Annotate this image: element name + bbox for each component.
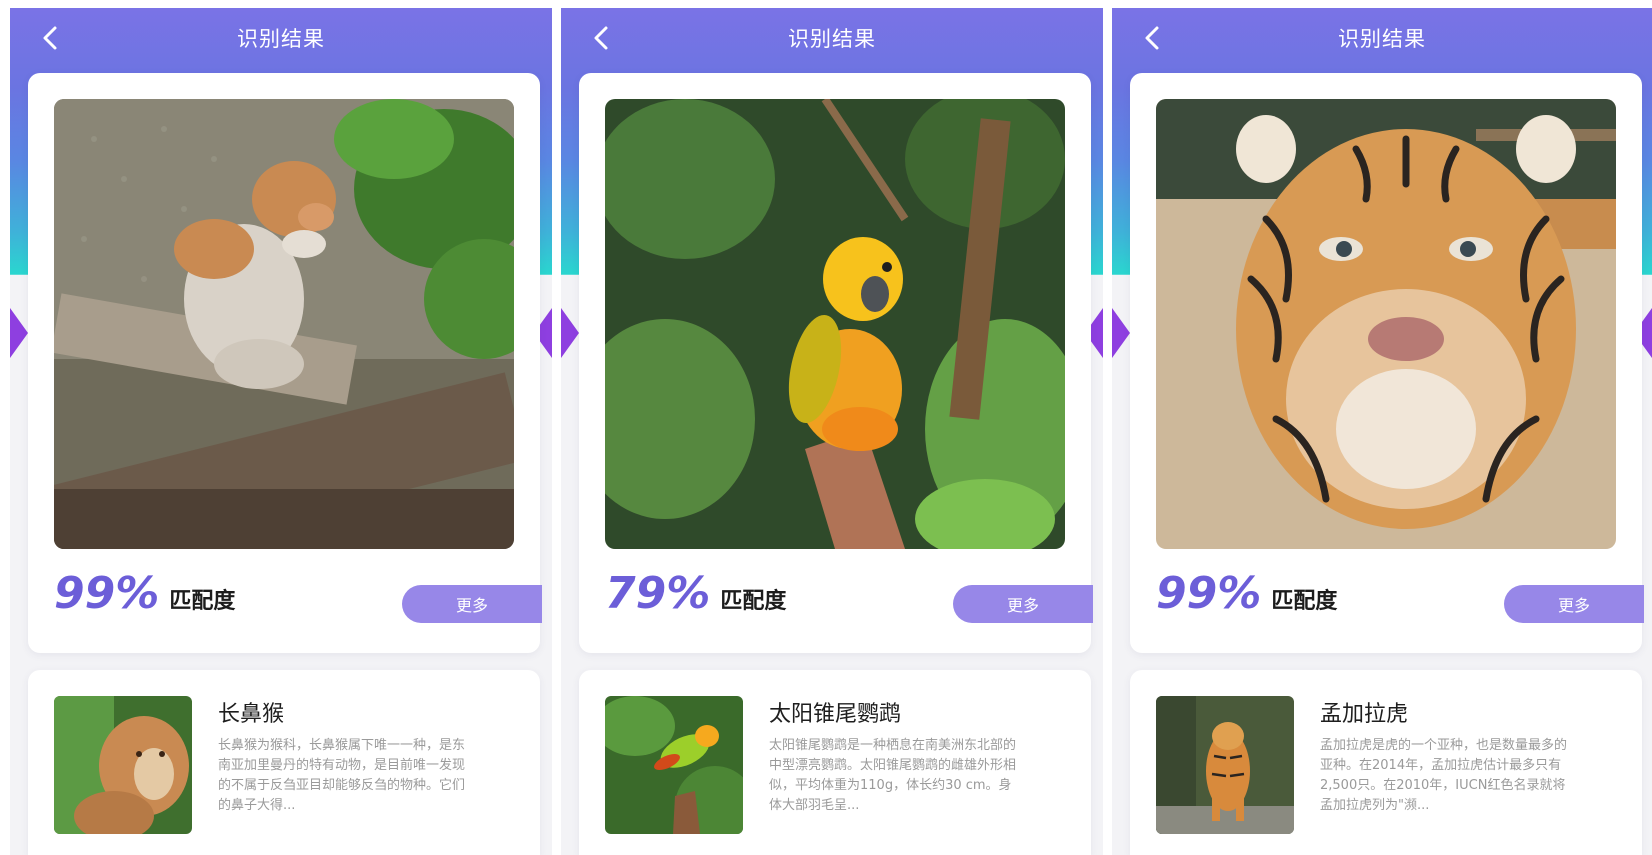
species-description: 太阳锥尾鹦鹉是一种栖息在南美洲东北部的中型漂亮鹦鹉。太阳锥尾鹦鹉的雌雄外形相似，…	[769, 738, 1017, 813]
match-percent: 99%	[1156, 568, 1262, 619]
match-label: 匹配度	[1271, 589, 1338, 614]
screens-collage: 识别结果 99% 匹配度 更多 长鼻猴 长鼻猴为猴科，长鼻猴属下唯一一种，是东南…	[0, 0, 1652, 855]
species-name: 太阳锥尾鹦鹉	[769, 702, 902, 727]
page-title: 识别结果	[237, 27, 325, 51]
parrot-photo-illustration	[605, 99, 1065, 549]
more-button[interactable]: 更多	[402, 585, 542, 623]
back-button[interactable]	[34, 22, 66, 54]
species-thumbnail	[54, 696, 192, 834]
match-label: 匹配度	[720, 589, 787, 614]
tiger-photo-illustration	[1156, 99, 1616, 549]
chevron-left-icon	[43, 26, 57, 50]
match-percent: 99%	[54, 568, 160, 619]
more-button[interactable]: 更多	[953, 585, 1093, 623]
match-percent: 79%	[605, 568, 711, 619]
page-title: 识别结果	[788, 27, 876, 51]
top-bar: 识别结果	[10, 8, 552, 68]
match-score: 79% 匹配度	[605, 568, 786, 628]
screen-1: 识别结果 99% 匹配度 更多 长鼻猴 长鼻猴为猴科，长鼻猴属下唯一一种，是东南…	[10, 8, 552, 855]
result-card: 99% 匹配度 更多	[28, 73, 542, 653]
back-button[interactable]	[1136, 22, 1168, 54]
animal-photo[interactable]	[605, 99, 1065, 549]
species-name: 孟加拉虎	[1320, 702, 1409, 727]
page-title: 识别结果	[1338, 27, 1426, 51]
decor-wedge	[10, 308, 28, 358]
species-info-card[interactable]: 太阳锥尾鹦鹉 太阳锥尾鹦鹉是一种栖息在南美洲东北部的中型漂亮鹦鹉。太阳锥尾鹦鹉的…	[579, 670, 1091, 855]
top-bar: 识别结果	[1112, 8, 1652, 68]
screen-2: 识别结果 79% 匹配度 更多 太阳锥尾鹦鹉 太阳锥尾鹦鹉是一种栖息在南美洲东北…	[561, 8, 1103, 855]
chevron-left-icon	[594, 26, 608, 50]
species-info-card[interactable]: 孟加拉虎 孟加拉虎是虎的一个亚种，也是数量最多的亚种。在2014年，孟加拉虎估计…	[1130, 670, 1642, 855]
tiger-thumbnail-illustration	[1156, 696, 1294, 834]
top-bar: 识别结果	[561, 8, 1103, 68]
species-description: 孟加拉虎是虎的一个亚种，也是数量最多的亚种。在2014年，孟加拉虎估计最多只有2…	[1320, 738, 1568, 813]
result-card: 99% 匹配度 更多	[1130, 73, 1644, 653]
back-button[interactable]	[585, 22, 617, 54]
species-thumbnail	[605, 696, 743, 834]
species-description: 长鼻猴为猴科，长鼻猴属下唯一一种，是东南亚加里曼丹的特有动物，是目前唯一发现的不…	[218, 738, 466, 813]
chevron-left-icon	[1145, 26, 1159, 50]
monkey-thumbnail-illustration	[54, 696, 192, 834]
result-card: 79% 匹配度 更多	[579, 73, 1093, 653]
match-label: 匹配度	[169, 589, 236, 614]
match-score: 99% 匹配度	[1156, 568, 1337, 628]
match-score: 99% 匹配度	[54, 568, 235, 628]
decor-wedge	[561, 308, 579, 358]
animal-photo[interactable]	[54, 99, 514, 549]
decor-wedge	[1112, 308, 1130, 358]
species-info-card[interactable]: 长鼻猴 长鼻猴为猴科，长鼻猴属下唯一一种，是东南亚加里曼丹的特有动物，是目前唯一…	[28, 670, 540, 855]
more-button[interactable]: 更多	[1504, 585, 1644, 623]
species-thumbnail	[1156, 696, 1294, 834]
species-name: 长鼻猴	[218, 702, 285, 727]
parrot-thumbnail-illustration	[605, 696, 743, 834]
screen-3: 识别结果 99% 匹配度 更多 孟加拉虎 孟加拉虎是虎的一个亚种，也是数量最多的…	[1112, 8, 1652, 855]
monkey-photo-illustration	[54, 99, 514, 549]
animal-photo[interactable]	[1156, 99, 1616, 549]
